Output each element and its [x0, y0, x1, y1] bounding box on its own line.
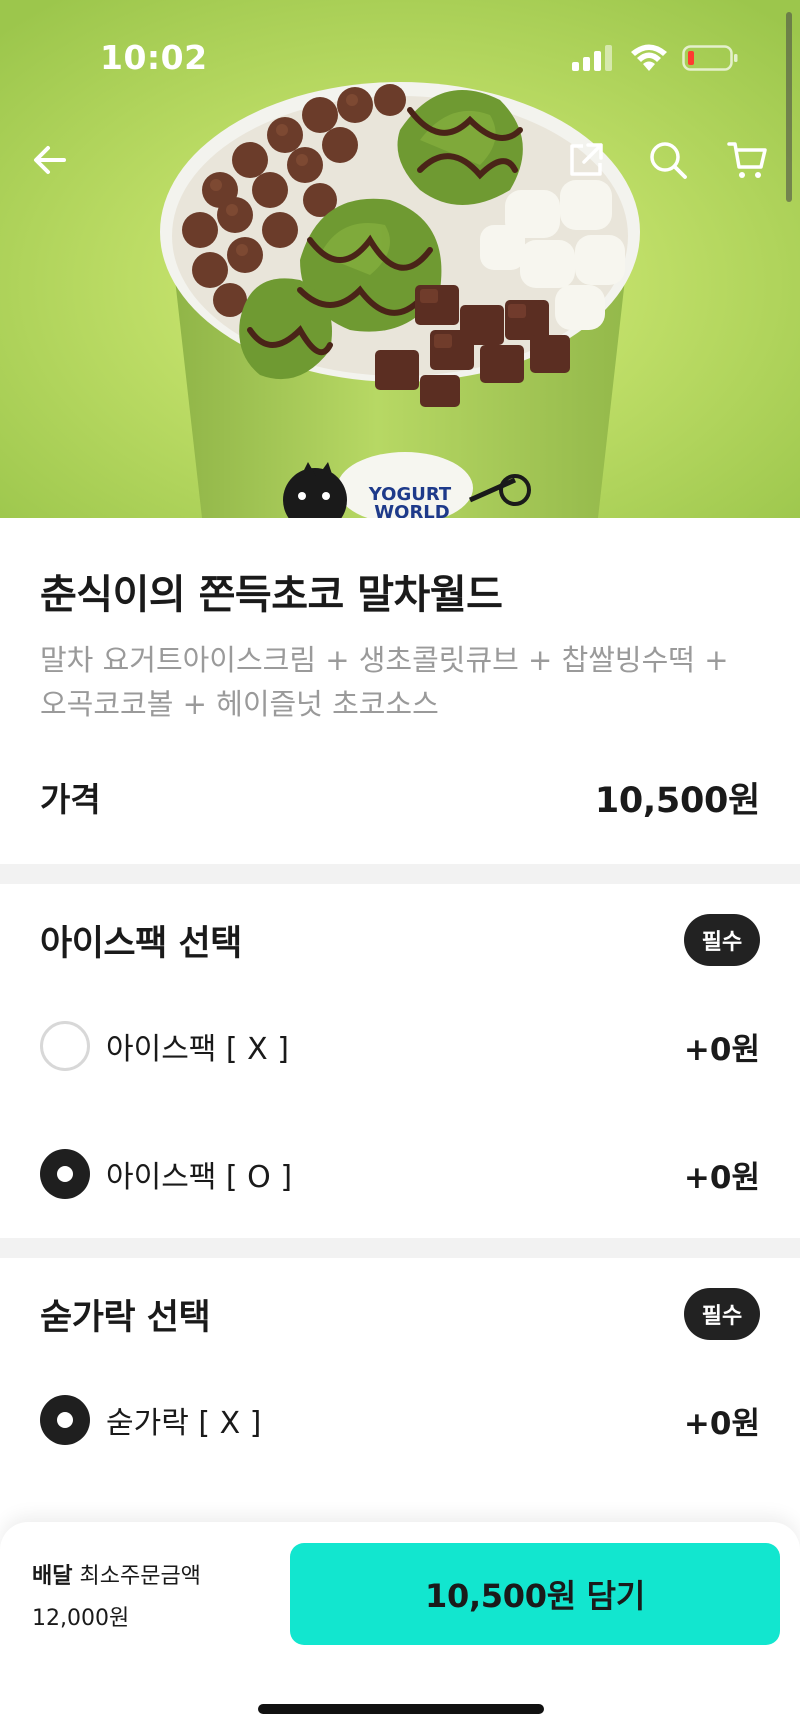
min-order-label: 최소주문금액	[79, 1564, 201, 1589]
option-price: +0원	[683, 1031, 760, 1068]
status-icons	[572, 44, 738, 72]
product-description: 말차 요거트아이스크림 + 생초콜릿큐브 + 찹쌀빙수떡 + 오곡코코볼 + 헤…	[40, 638, 760, 726]
search-button[interactable]	[638, 130, 698, 190]
back-arrow-icon	[34, 146, 66, 174]
option-ice-pack-include[interactable]: 아이스팩 [ O ] +0원	[40, 1148, 760, 1200]
product-title: 춘식이의 쫀득초코 말차월드	[40, 572, 503, 618]
option-label: 아이스팩 [ O ]	[106, 1160, 293, 1195]
signal-icon	[572, 45, 612, 71]
price-value: 10,500원	[594, 780, 760, 821]
section-divider	[0, 1238, 800, 1258]
option-price: +0원	[683, 1405, 760, 1442]
radio-button[interactable]	[40, 1395, 90, 1445]
option-price: +0원	[683, 1159, 760, 1196]
option-ice-pack-none[interactable]: 아이스팩 [ X ] +0원	[40, 1020, 760, 1072]
price-label: 가격	[40, 780, 101, 819]
product-description-line: 말차 요거트아이스크림 + 생초콜릿큐브 + 찹쌀빙수떡 +	[40, 643, 729, 677]
delivery-info: 배달 최소주문금액 12,000원	[32, 1558, 201, 1632]
price-row: 가격 10,500원	[40, 772, 760, 822]
spoon-section-header: 숟가락 선택 필수	[40, 1288, 760, 1340]
search-icon	[650, 142, 687, 179]
wifi-icon	[631, 44, 667, 71]
min-order-value: 12,000원	[32, 1606, 130, 1631]
radio-button[interactable]	[40, 1149, 90, 1199]
ice-pack-section-title: 아이스팩 선택	[40, 923, 242, 964]
share-icon	[570, 143, 603, 176]
section-divider	[0, 864, 800, 884]
back-button[interactable]	[20, 130, 80, 190]
option-spoon-none[interactable]: 숟가락 [ X ] +0원	[40, 1394, 760, 1446]
delivery-tag: 배달	[32, 1564, 73, 1589]
delivery-min-order-label: 배달 최소주문금액	[32, 1558, 201, 1590]
spoon-section-title: 숟가락 선택	[40, 1297, 211, 1338]
product-hero-image: YOGURT WORLD 10:02	[0, 0, 800, 518]
top-navbar	[0, 130, 800, 190]
cart-button[interactable]	[718, 130, 778, 190]
required-badge: 필수	[684, 1288, 760, 1340]
required-badge: 필수	[684, 914, 760, 966]
option-label: 아이스팩 [ X ]	[106, 1032, 289, 1067]
bottom-order-bar: 배달 최소주문금액 12,000원 10,500원 담기	[0, 1522, 800, 1735]
status-time: 10:02	[100, 38, 208, 77]
home-indicator[interactable]	[258, 1704, 544, 1714]
cart-icon	[727, 142, 767, 178]
add-to-cart-button[interactable]: 10,500원 담기	[290, 1543, 780, 1645]
cup-logo-text-line2: WORLD	[374, 502, 449, 518]
status-bar: 10:02	[0, 0, 800, 118]
option-label: 숟가락 [ X ]	[106, 1406, 262, 1441]
radio-button[interactable]	[40, 1021, 90, 1071]
battery-icon	[682, 45, 738, 71]
share-button[interactable]	[556, 130, 616, 190]
ice-pack-section-header: 아이스팩 선택 필수	[40, 914, 760, 966]
product-description-line: 오곡코코볼 + 헤이즐넛 초코소스	[40, 687, 439, 721]
